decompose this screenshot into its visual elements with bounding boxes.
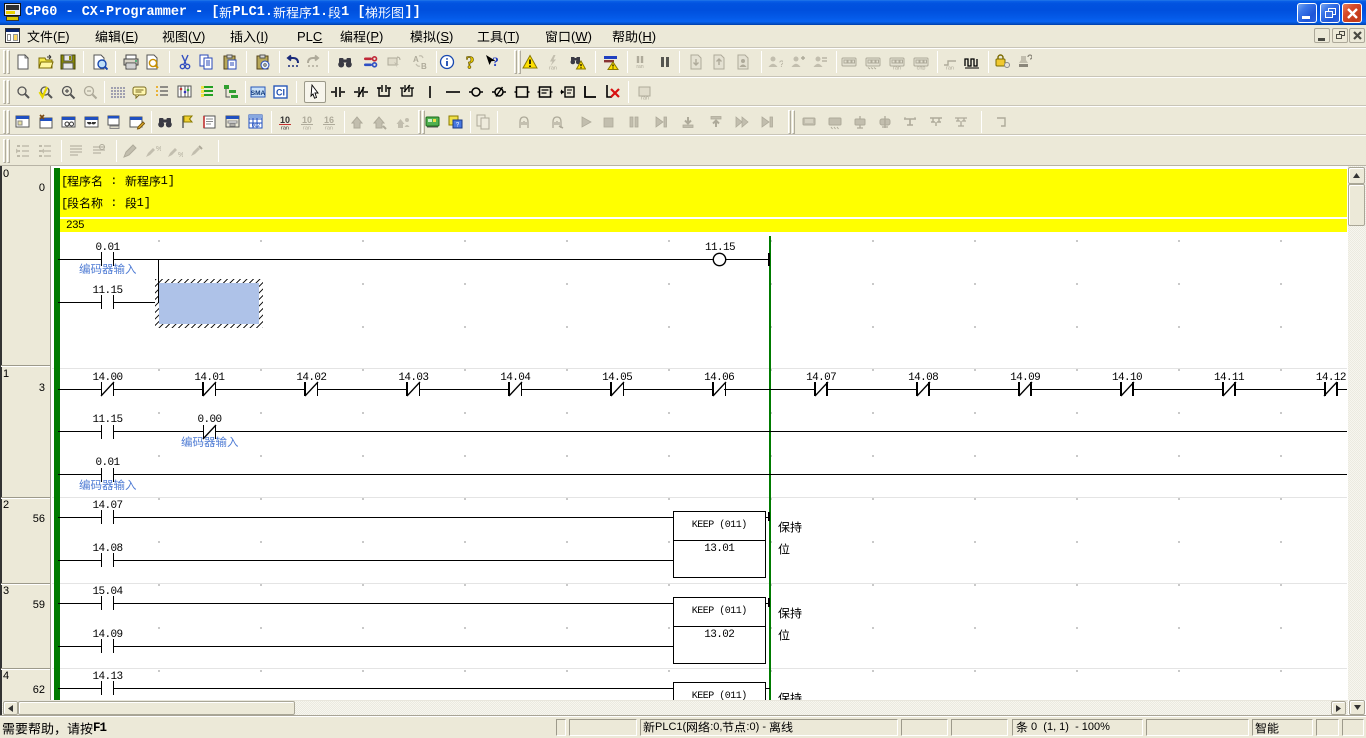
svg-text:ran: ran <box>325 126 333 131</box>
svg-text:ran: ran <box>549 66 557 71</box>
svg-text:ran: ran <box>636 64 643 70</box>
svg-text:?: ? <box>779 59 783 69</box>
svg-text:002: 002 <box>252 123 261 129</box>
svg-text:ran: ran <box>641 96 649 101</box>
svg-text:ran: ran <box>946 66 954 71</box>
svg-text:16: 16 <box>324 115 334 125</box>
svg-text:ran: ran <box>281 126 289 131</box>
svg-text:ran: ran <box>893 66 901 71</box>
svg-text:B: B <box>421 62 427 70</box>
svg-text:chp: chp <box>917 66 926 71</box>
svg-text:?: ? <box>492 54 499 69</box>
svg-text:%: % <box>178 152 183 159</box>
svg-text:CI: CI <box>276 88 285 98</box>
svg-text:A: A <box>413 55 419 64</box>
svg-text:10: 10 <box>302 115 312 125</box>
svg-text:10: 10 <box>280 115 290 125</box>
svg-text:SMA: SMA <box>251 90 266 97</box>
svg-text:%: % <box>156 146 161 153</box>
svg-text:ran: ran <box>303 126 311 131</box>
svg-text:?: ? <box>466 54 475 70</box>
